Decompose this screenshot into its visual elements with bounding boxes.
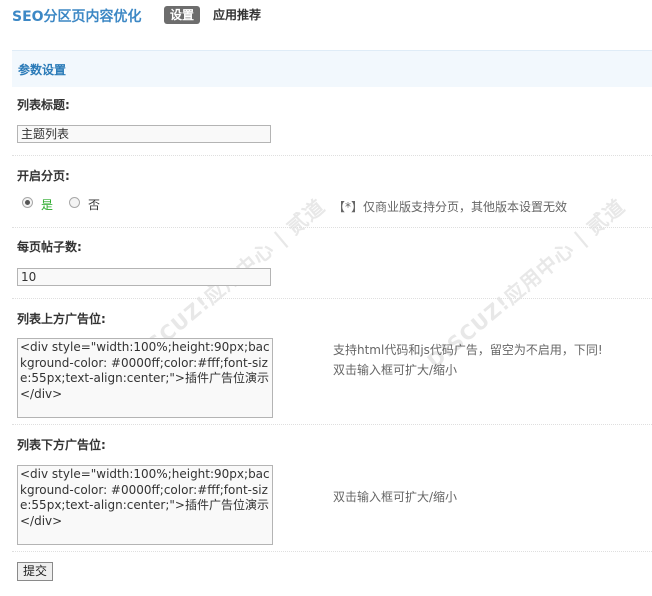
per-page-label: 每页帖子数:	[17, 240, 82, 254]
tab-app-recommend[interactable]: 应用推荐	[207, 6, 267, 24]
app-title: SEO分区页内容优化	[12, 9, 142, 25]
section-header: 参数设置	[12, 50, 652, 87]
pagination-yes-radio[interactable]	[22, 197, 33, 208]
ad-bottom-note: 双击输入框可扩大/缩小	[333, 490, 458, 504]
ad-top-note-1: 支持html代码和js代码广告，留空为不启用，下同!	[333, 343, 603, 357]
tab-settings[interactable]: 设置	[164, 6, 201, 24]
ad-top-note-2: 双击输入框可扩大/缩小	[333, 363, 458, 377]
ad-top-label: 列表上方广告位:	[17, 312, 106, 326]
row-divider	[12, 298, 652, 299]
row-divider	[12, 227, 652, 228]
pagination-label: 开启分页:	[17, 169, 70, 183]
top-bar: SEO分区页内容优化 设置 应用推荐	[0, 0, 652, 34]
section-title: 参数设置	[18, 63, 67, 77]
pagination-note: 【*】仅商业版支持分页，其他版本设置无效	[333, 200, 568, 214]
list-title-label: 列表标题:	[17, 98, 70, 112]
pagination-no-label[interactable]: 否	[88, 196, 100, 213]
ad-top-textarea[interactable]: <div style="width:100%;height:90px;backg…	[17, 338, 273, 418]
pagination-yes-label[interactable]: 是	[41, 196, 53, 213]
row-divider	[12, 424, 652, 425]
per-page-input[interactable]: 10	[17, 268, 271, 286]
submit-button[interactable]: 提交	[17, 562, 54, 581]
row-divider	[12, 155, 652, 156]
row-divider	[12, 551, 652, 552]
list-title-input[interactable]: 主题列表	[17, 125, 271, 143]
ad-bottom-label: 列表下方广告位:	[17, 438, 106, 452]
ad-bottom-textarea[interactable]: <div style="width:100%;height:90px;backg…	[17, 465, 273, 545]
pagination-no-radio[interactable]	[69, 197, 80, 208]
